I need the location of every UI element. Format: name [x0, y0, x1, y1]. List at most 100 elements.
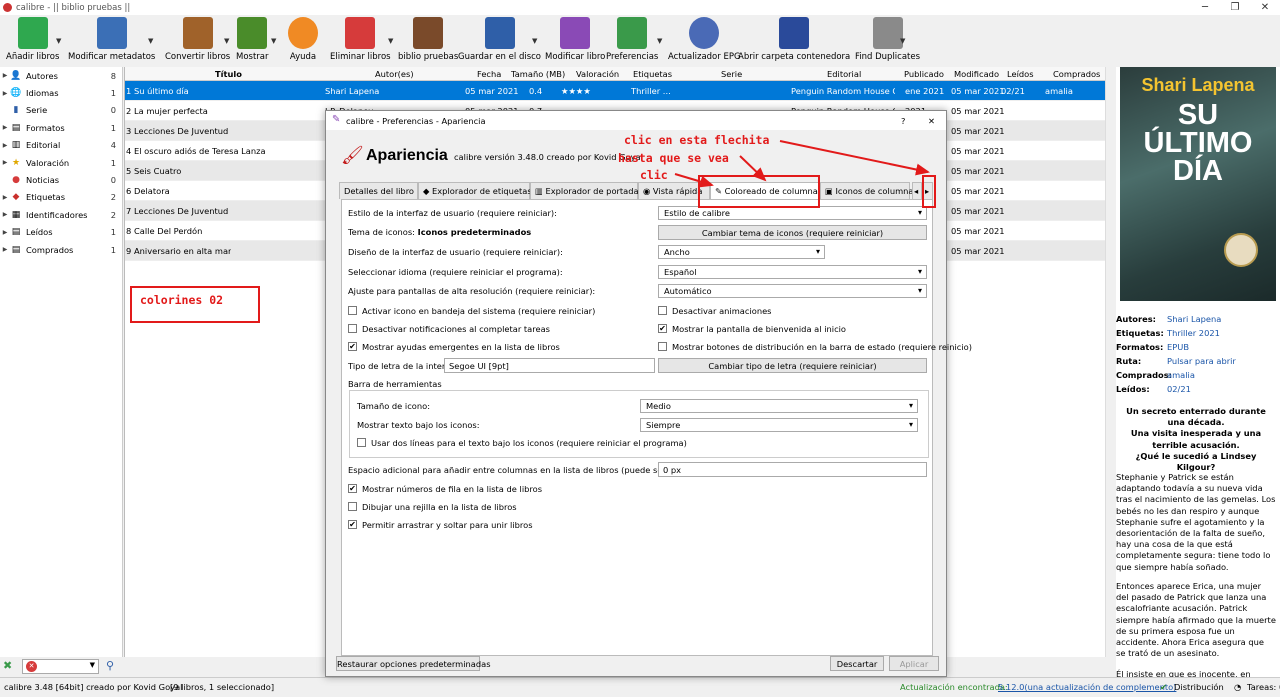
- tab-column-icons[interactable]: ▣ Iconos de columna: [820, 182, 914, 199]
- maximize-button[interactable]: ❐: [1220, 0, 1250, 15]
- apply-button[interactable]: Aplicar: [889, 656, 939, 671]
- preferences-tabs: Detalles del libro ◆ Explorador de etiqu…: [339, 182, 934, 199]
- col-tags[interactable]: Etiquetas: [633, 69, 672, 79]
- save-dropdown-arrow[interactable]: ▼: [532, 37, 537, 45]
- tag-browser-rating[interactable]: ▶ ★ Valoración 1: [0, 154, 122, 171]
- dialog-help-button[interactable]: ?: [901, 116, 905, 126]
- tag-browser-authors[interactable]: ▶ 👤 Autores 8: [0, 67, 122, 84]
- col-read[interactable]: Leídos: [1007, 69, 1034, 79]
- interface-font-field[interactable]: Segoe UI [9pt]: [444, 358, 655, 373]
- tag-browser-formats[interactable]: ▶ ▤ Formatos 1: [0, 119, 122, 136]
- tray-icon-checkbox[interactable]: [348, 306, 357, 315]
- layout-select[interactable]: Ancho: [658, 245, 825, 259]
- expand-icon[interactable]: ▶: [0, 194, 10, 201]
- tag-browser-languages[interactable]: ▶ 🌐 Idiomas 1: [0, 84, 122, 101]
- col-authors[interactable]: Autor(es): [375, 69, 414, 79]
- discard-button[interactable]: Descartar: [830, 656, 884, 671]
- close-window-button[interactable]: ✕: [1250, 0, 1280, 15]
- add-books-button[interactable]: Añadir libros: [6, 17, 59, 62]
- col-title[interactable]: Título: [215, 69, 242, 79]
- tab-scroll-left-button[interactable]: ◂: [912, 182, 922, 199]
- chevron-down-icon[interactable]: ▼: [90, 661, 95, 669]
- icon-size-select[interactable]: Medio: [640, 399, 918, 413]
- edit-book-button[interactable]: Modificar libro: [545, 17, 605, 62]
- edit-metadata-button[interactable]: Modificar metadatos: [68, 17, 155, 62]
- col-series[interactable]: Serie: [721, 69, 742, 79]
- find-duplicates-button[interactable]: Find Duplicates: [855, 17, 920, 62]
- change-icon-theme-button[interactable]: Cambiar tema de iconos (requiere reinici…: [658, 225, 927, 240]
- draw-grid-checkbox[interactable]: [348, 502, 357, 511]
- expand-icon[interactable]: ▶: [0, 124, 10, 131]
- tag-browser-identifiers[interactable]: ▶ ▦ Identificadores 2: [0, 206, 122, 223]
- status-update-link[interactable]: 5.12.0(una actualización de complemento): [998, 682, 1176, 692]
- tag-browser-series[interactable]: ▮ Serie 0: [0, 102, 122, 119]
- tab-tag-browser[interactable]: ◆ Explorador de etiquetas: [418, 182, 532, 199]
- expand-icon[interactable]: ▶: [0, 159, 10, 166]
- col-publisher[interactable]: Editorial: [827, 69, 861, 79]
- open-folder-button[interactable]: Abrir carpeta contenedora: [738, 17, 850, 62]
- remove-dropdown-arrow[interactable]: ▼: [388, 37, 393, 45]
- show-tooltips-checkbox[interactable]: ✔: [348, 342, 357, 351]
- tag-browser-tags[interactable]: ▶ ◆ Etiquetas 2: [0, 189, 122, 206]
- dialog-close-button[interactable]: ✕: [928, 116, 935, 126]
- text-under-icons-select[interactable]: Siempre: [640, 418, 918, 432]
- col-date[interactable]: Fecha: [477, 69, 501, 79]
- find-duplicates-dropdown-arrow[interactable]: ▼: [900, 37, 905, 45]
- expand-icon[interactable]: ▶: [0, 90, 10, 97]
- view-button[interactable]: Mostrar: [236, 17, 269, 62]
- preferences-dropdown-arrow[interactable]: ▼: [657, 37, 662, 45]
- show-splash-checkbox[interactable]: ✔: [658, 324, 667, 333]
- convert-books-button[interactable]: Convertir libros: [165, 17, 230, 62]
- tag-browser-news[interactable]: ● Noticias 0: [0, 171, 122, 188]
- tab-book-details[interactable]: Detalles del libro: [339, 182, 418, 199]
- expand-icon[interactable]: ▶: [0, 72, 10, 79]
- hidpi-select[interactable]: Automático: [658, 284, 927, 298]
- preferences-button[interactable]: Preferencias: [606, 17, 658, 62]
- tab-cover-browser[interactable]: ▥ Explorador de portadas: [530, 182, 643, 199]
- epg-updater-button[interactable]: Actualizador EPG: [668, 17, 741, 62]
- language-select[interactable]: Español: [658, 265, 927, 279]
- col-rating[interactable]: Valoración: [576, 69, 619, 79]
- expand-icon[interactable]: ▶: [0, 246, 10, 253]
- change-font-button[interactable]: Cambiar tipo de letra (requiere reinicia…: [658, 358, 927, 373]
- tag-browser-bought[interactable]: ▶ ▤ Comprados 1: [0, 241, 122, 258]
- col-modified[interactable]: Modificado: [954, 69, 999, 79]
- disable-notifications-checkbox[interactable]: [348, 324, 357, 333]
- ui-style-select[interactable]: Estilo de calibre: [658, 206, 927, 220]
- help-button[interactable]: Ayuda: [288, 17, 318, 62]
- remove-books-button[interactable]: Eliminar libros: [330, 17, 391, 62]
- status-distribution[interactable]: Distribución: [1174, 682, 1224, 692]
- table-row[interactable]: 1 Su último día Shari Lapena 05 mar 2021…: [125, 81, 1106, 101]
- save-to-disk-button[interactable]: Guardar en el disco: [458, 17, 541, 62]
- tools-icon[interactable]: ✖: [3, 659, 12, 672]
- col-size[interactable]: Tamaño (MB): [511, 69, 565, 79]
- expand-icon[interactable]: ▶: [0, 211, 10, 218]
- minimize-button[interactable]: ─: [1190, 0, 1220, 15]
- dialog-version: calibre versión 3.48.0 creado por Kovid …: [454, 152, 643, 162]
- disable-animations-checkbox[interactable]: [658, 306, 667, 315]
- clear-search-icon[interactable]: ✕: [26, 661, 37, 672]
- col-bought[interactable]: Comprados: [1053, 69, 1100, 79]
- edit-metadata-dropdown-arrow[interactable]: ▼: [148, 37, 153, 45]
- book-cover[interactable]: Shari Lapena SU ÚLTIMO DÍA: [1120, 67, 1276, 301]
- status-jobs[interactable]: Tareas: 0: [1247, 682, 1280, 692]
- restore-defaults-button[interactable]: Restaurar opciones predeterminadas: [336, 656, 491, 671]
- add-books-dropdown-arrow[interactable]: ▼: [56, 37, 61, 45]
- col-published[interactable]: Publicado: [904, 69, 944, 79]
- row-numbers-checkbox[interactable]: ✔: [348, 484, 357, 493]
- book-list-scrollbar[interactable]: [1105, 67, 1116, 657]
- expand-icon[interactable]: ▶: [0, 229, 10, 236]
- expand-icon[interactable]: ▶: [0, 142, 10, 149]
- library-button[interactable]: biblio pruebas: [398, 17, 458, 62]
- search-input[interactable]: ✕ ▼: [22, 659, 99, 674]
- search-icon[interactable]: ⚲: [106, 659, 114, 672]
- status-update-prefix: Actualización encontrada:: [900, 682, 1008, 692]
- view-dropdown-arrow[interactable]: ▼: [271, 37, 276, 45]
- tag-browser-publisher[interactable]: ▶ ▥ Editorial 4: [0, 137, 122, 154]
- column-spacing-spinbox[interactable]: 0 px: [658, 462, 927, 477]
- distribution-buttons-checkbox[interactable]: [658, 342, 667, 351]
- convert-dropdown-arrow[interactable]: ▼: [224, 37, 229, 45]
- two-lines-checkbox[interactable]: [357, 438, 366, 447]
- drag-drop-merge-checkbox[interactable]: ✔: [348, 520, 357, 529]
- tag-browser-read[interactable]: ▶ ▤ Leídos 1: [0, 224, 122, 241]
